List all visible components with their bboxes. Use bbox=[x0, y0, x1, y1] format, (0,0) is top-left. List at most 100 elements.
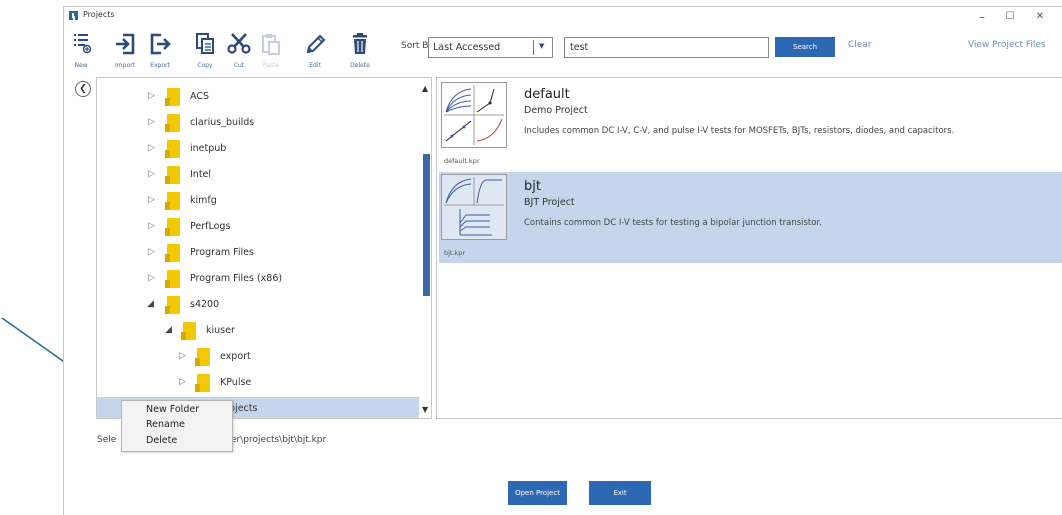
clear-link[interactable]: Clear bbox=[848, 40, 872, 50]
expand-arrow-icon[interactable]: ▷ bbox=[148, 273, 155, 283]
dropdown-separator bbox=[533, 40, 534, 55]
expand-arrow-icon[interactable]: ▷ bbox=[148, 91, 155, 101]
tree-item-label: Intel bbox=[190, 169, 212, 180]
close-button[interactable]: ✕ bbox=[1026, 7, 1054, 27]
collapse-arrow-icon[interactable]: ◢ bbox=[147, 299, 154, 309]
toolbar: New Import Export Copy Cut Paste Edit De… bbox=[64, 29, 1062, 71]
sort-by-dropdown[interactable]: Last Accessed ▼ bbox=[428, 37, 553, 58]
folder-icon bbox=[181, 322, 196, 340]
maximize-button[interactable]: ☐ bbox=[996, 7, 1024, 27]
expand-arrow-icon[interactable]: ▷ bbox=[148, 195, 155, 205]
folder-icon bbox=[165, 88, 180, 106]
tree-item-label: ACS bbox=[190, 91, 209, 102]
exit-button[interactable]: Exit bbox=[589, 481, 651, 505]
folder-icon bbox=[165, 114, 180, 132]
tree-item-label: Program Files (x86) bbox=[190, 273, 283, 284]
expand-arrow-icon[interactable]: ▷ bbox=[148, 247, 155, 257]
tree-item-inetpub[interactable]: ▷ inetpub bbox=[97, 137, 419, 162]
menu-item-new-folder[interactable]: New Folder bbox=[146, 404, 199, 415]
tree-item-export[interactable]: ▷ export bbox=[97, 345, 419, 370]
folder-icon bbox=[165, 218, 180, 236]
expand-arrow-icon[interactable]: ▷ bbox=[179, 351, 186, 361]
tree-item-label: export bbox=[220, 351, 251, 362]
paste-button-label: Paste bbox=[262, 62, 280, 69]
tree-item-program-files-x86[interactable]: ▷ Program Files (x86) bbox=[97, 267, 419, 292]
project-type: Demo Project bbox=[524, 105, 588, 116]
project-description: Contains common DC I-V tests for testing… bbox=[524, 218, 822, 228]
tree-item-acs[interactable]: ▷ ACS bbox=[97, 85, 419, 110]
project-file-name: default.kpr bbox=[444, 157, 480, 165]
search-button[interactable]: Search bbox=[775, 37, 835, 57]
project-thumbnail bbox=[441, 82, 507, 148]
minimize-button[interactable]: – bbox=[968, 7, 996, 27]
edit-button-label: Edit bbox=[309, 62, 321, 69]
tree-item-program-files[interactable]: ▷ Program Files bbox=[97, 241, 419, 266]
paste-button: Paste bbox=[254, 29, 288, 71]
folder-icon bbox=[195, 348, 210, 366]
sort-by-value: Last Accessed bbox=[433, 42, 501, 53]
copy-icon bbox=[196, 33, 214, 54]
screenshot-page: Projects – ☐ ✕ New Import Export Copy Cu… bbox=[0, 0, 1062, 515]
new-list-icon bbox=[74, 34, 91, 54]
tree-item-label: kiuser bbox=[206, 325, 235, 336]
tree-item-kiuser[interactable]: ◢ kiuser bbox=[97, 319, 419, 344]
iv-curves-thumbnail-icon bbox=[444, 85, 504, 145]
tree-item-clarius-builds[interactable]: ▷ clarius_builds bbox=[97, 111, 419, 136]
tree-item-kimfg[interactable]: ▷ kimfg bbox=[97, 189, 419, 214]
project-list: default.kpr default Demo Project Include… bbox=[436, 77, 1062, 419]
folder-icon bbox=[165, 270, 180, 288]
project-file-name: bjt.kpr bbox=[444, 249, 466, 257]
project-description: Includes common DC I-V, C-V, and pulse I… bbox=[524, 126, 955, 136]
title-bar: Projects – ☐ ✕ bbox=[64, 7, 1062, 29]
folder-icon bbox=[165, 244, 180, 262]
project-card-bjt[interactable]: bjt.kpr bjt BJT Project Contains common … bbox=[439, 172, 1062, 263]
expand-arrow-icon[interactable]: ▷ bbox=[148, 143, 155, 153]
export-button[interactable]: Export bbox=[143, 29, 177, 71]
edit-button[interactable]: Edit bbox=[298, 29, 332, 71]
bjt-curves-thumbnail-icon bbox=[444, 177, 504, 236]
view-project-files-link[interactable]: View Project Files bbox=[968, 40, 1046, 50]
expand-arrow-icon[interactable]: ▷ bbox=[148, 221, 155, 231]
expand-arrow-icon[interactable]: ▷ bbox=[148, 169, 155, 179]
window-title: Projects bbox=[83, 10, 115, 19]
delete-button-label: Delete bbox=[350, 62, 370, 69]
tree-item-kpulse[interactable]: ▷ KPulse bbox=[97, 371, 419, 396]
expand-arrow-icon[interactable]: ▷ bbox=[148, 117, 155, 127]
chevron-left-icon: ❮ bbox=[79, 84, 87, 94]
menu-item-delete[interactable]: Delete bbox=[146, 435, 177, 446]
import-icon bbox=[116, 33, 135, 55]
collapse-panel-button[interactable]: ❮ bbox=[75, 81, 91, 97]
search-input[interactable] bbox=[564, 37, 769, 58]
collapse-arrow-icon[interactable]: ◢ bbox=[165, 325, 172, 335]
paste-icon bbox=[262, 34, 280, 55]
open-project-button[interactable]: Open Project bbox=[508, 481, 567, 505]
new-button-label: New bbox=[74, 62, 88, 69]
tree-item-label: s4200 bbox=[190, 299, 220, 310]
export-button-label: Export bbox=[150, 62, 170, 69]
app-logo-icon bbox=[69, 11, 78, 20]
scroll-up-icon[interactable]: ▲ bbox=[422, 84, 428, 93]
chevron-down-icon: ▼ bbox=[539, 42, 545, 50]
tree-item-perflogs[interactable]: ▷ PerfLogs bbox=[97, 215, 419, 240]
project-name: bjt bbox=[524, 179, 541, 194]
folder-tree: ▷ ACS ▷ clarius_builds ▷ inetpub ▷ Intel bbox=[96, 77, 432, 419]
folder-icon bbox=[195, 374, 210, 392]
delete-button[interactable]: Delete bbox=[343, 29, 377, 71]
expand-arrow-icon[interactable]: ▷ bbox=[179, 377, 186, 387]
project-name: default bbox=[524, 87, 570, 102]
tree-scrollbar[interactable]: ▲ ▼ bbox=[419, 78, 431, 418]
scissors-icon bbox=[227, 33, 251, 54]
tree-item-intel[interactable]: ▷ Intel bbox=[97, 163, 419, 188]
tree-item-label: Program Files bbox=[190, 247, 254, 258]
new-button[interactable]: New bbox=[64, 29, 98, 71]
scroll-thumb[interactable] bbox=[423, 154, 430, 296]
scroll-down-icon[interactable]: ▼ bbox=[422, 405, 428, 414]
status-path: ser\projects\bjt\bjt.kpr bbox=[226, 435, 327, 445]
project-type: BJT Project bbox=[524, 197, 575, 208]
tree-item-label: PerfLogs bbox=[190, 221, 231, 232]
menu-item-rename[interactable]: Rename bbox=[146, 419, 185, 430]
tree-item-label: kimfg bbox=[190, 195, 217, 206]
project-card-default[interactable]: default.kpr default Demo Project Include… bbox=[439, 80, 1062, 171]
tree-item-label: KPulse bbox=[220, 377, 252, 388]
tree-item-s4200[interactable]: ◢ s4200 bbox=[97, 293, 419, 318]
